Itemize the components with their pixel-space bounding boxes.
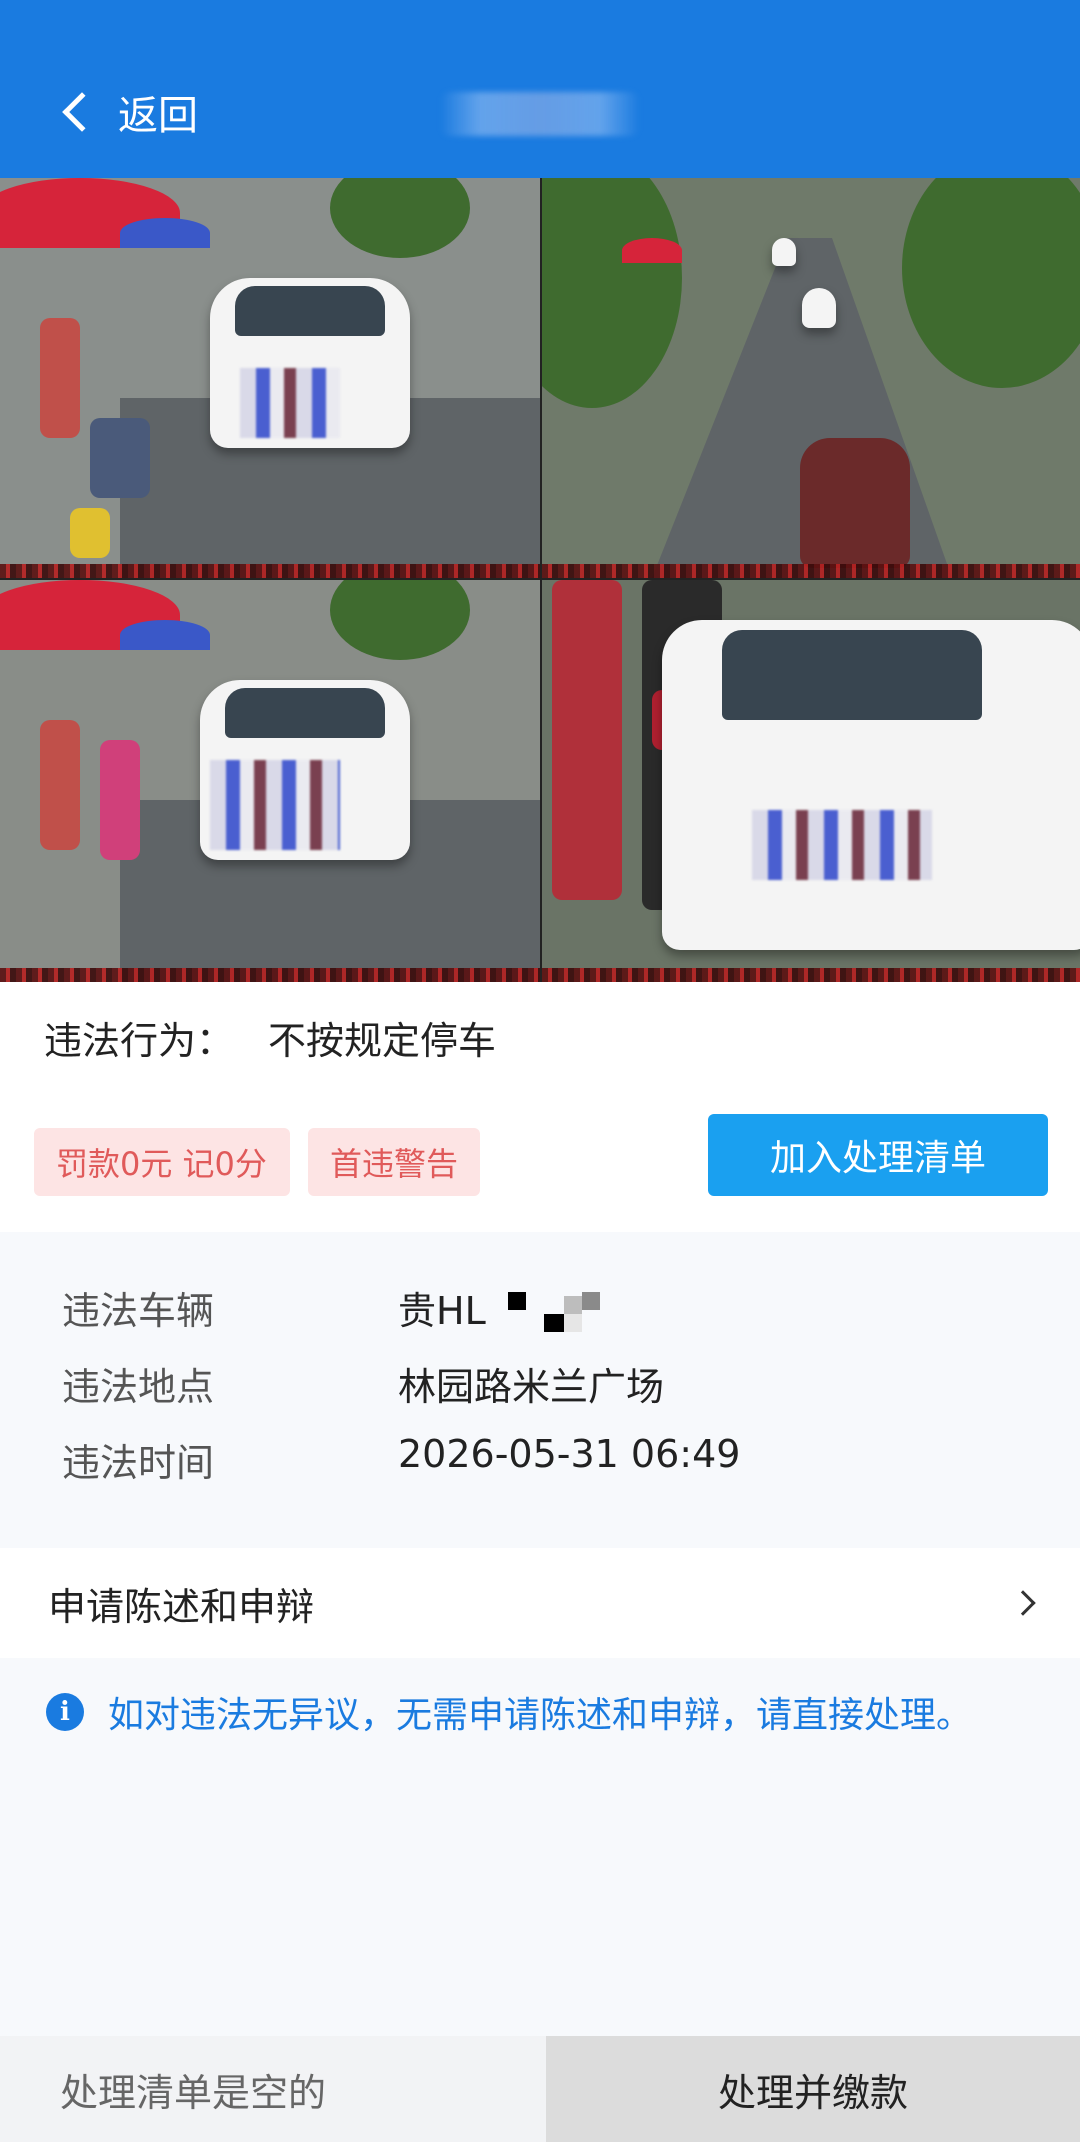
- violation-details: 违法车辆 贵HL 违法地点 林园路米兰广场 违法时间 2026-05-31 06…: [0, 1244, 1080, 1504]
- back-label: 返回: [118, 93, 198, 139]
- time-label: 违法时间: [62, 1441, 215, 1485]
- chevron-left-icon: [62, 92, 102, 132]
- plate-redaction: [507, 1291, 608, 1336]
- evidence-photo-3[interactable]: [0, 580, 540, 982]
- appeal-entry[interactable]: 申请陈述和申辩: [0, 1548, 1080, 1658]
- chevron-right-icon: [1010, 1590, 1036, 1616]
- time-value: 2026-05-31 06:49: [398, 1432, 741, 1476]
- behavior-label: 违法行为：: [44, 1019, 235, 1063]
- info-icon: i: [46, 1693, 84, 1731]
- fine-tag: 罚款0元 记0分: [34, 1128, 290, 1196]
- add-to-list-button[interactable]: 加入处理清单: [708, 1114, 1048, 1196]
- warning-tag: 首违警告: [308, 1128, 480, 1196]
- evidence-photo-carousel[interactable]: [0, 178, 1080, 1126]
- location-label: 违法地点: [62, 1365, 215, 1409]
- detail-row-time: 违法时间 2026-05-31 06:49: [62, 1432, 740, 1487]
- detail-row-location: 违法地点 林园路米兰广场: [62, 1356, 664, 1411]
- processing-list-status: 处理清单是空的: [0, 2036, 546, 2142]
- evidence-photo-2[interactable]: [542, 178, 1080, 578]
- bottom-action-bar: 处理清单是空的 处理并缴款: [0, 2036, 1080, 2142]
- evidence-photo-1[interactable]: [0, 178, 540, 578]
- process-and-pay-button[interactable]: 处理并缴款: [546, 2036, 1080, 2142]
- behavior-value: 不按规定停车: [268, 1019, 497, 1063]
- app-header: 返回: [0, 0, 1080, 178]
- appeal-label: 申请陈述和申辩: [48, 1584, 315, 1629]
- notice: i 如对违法无异议，无需申请陈述和申辩，请直接处理。: [46, 1686, 972, 1738]
- back-button[interactable]: 返回: [56, 82, 198, 142]
- notice-text: 如对违法无异议，无需申请陈述和申辩，请直接处理。: [108, 1695, 973, 1736]
- vehicle-plate-text: 贵HL: [398, 1289, 486, 1333]
- vehicle-label: 违法车辆: [62, 1289, 215, 1333]
- detail-row-vehicle: 违法车辆 贵HL: [62, 1280, 608, 1336]
- location-value: 林园路米兰广场: [398, 1365, 665, 1409]
- page-title-redacted: [440, 92, 640, 136]
- vehicle-value: 贵HL: [398, 1280, 608, 1336]
- violation-behavior: 违法行为： 不按规定停车: [44, 1010, 496, 1065]
- evidence-photo-4[interactable]: [542, 580, 1080, 982]
